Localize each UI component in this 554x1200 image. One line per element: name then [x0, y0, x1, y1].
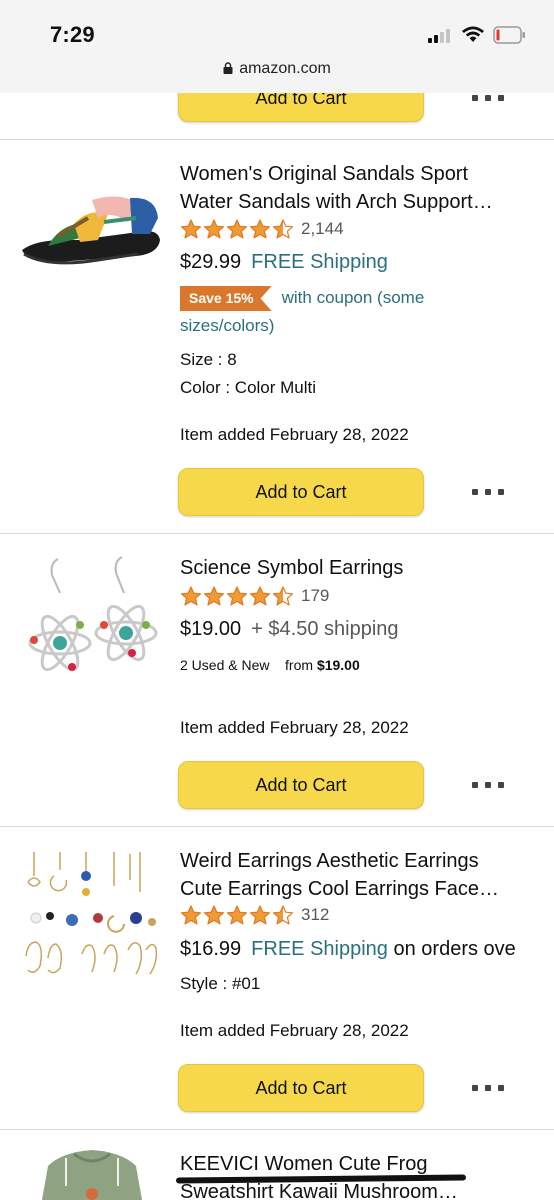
item-added-date: Item added February 28, 2022	[180, 425, 409, 444]
battery-icon	[493, 26, 525, 44]
rating-count: 312	[301, 905, 330, 924]
used-new-offers[interactable]: 2 Used & New from $19.00	[180, 657, 360, 673]
add-to-cart-button[interactable]: Add to Cart	[178, 1064, 424, 1112]
from-price: $19.00	[316, 657, 360, 673]
row-divider	[0, 1129, 554, 1130]
free-shipping-label: FREE Shipping	[251, 938, 388, 960]
star-icon	[249, 905, 271, 925]
rating-stars[interactable]: 179	[180, 585, 329, 607]
address-bar[interactable]: amazon.com	[0, 60, 554, 78]
more-options-button[interactable]	[472, 1082, 504, 1094]
size-label: Size : 8	[180, 350, 237, 369]
star-icon	[226, 219, 248, 239]
earrings-set-image[interactable]	[20, 846, 160, 986]
star-icon	[203, 586, 225, 606]
star-icon	[272, 905, 294, 925]
price: $29.99	[180, 251, 242, 273]
add-to-cart-button[interactable]: Add to Cart	[178, 468, 424, 516]
coupon-offer[interactable]: Save 15% with coupon (some sizes/colors)	[180, 284, 470, 340]
coupon-text-line-2: sizes/colors)	[180, 316, 275, 335]
product-title-line-1: Weird Earrings Aesthetic Earrings	[180, 850, 479, 872]
star-rating-icon	[180, 585, 295, 607]
lock-icon	[223, 62, 233, 74]
product-title-line-1: KEEVICI Women Cute Frog	[180, 1153, 428, 1175]
price: $19.00	[180, 618, 242, 640]
wifi-icon	[462, 26, 484, 42]
product-title[interactable]: Science Symbol Earrings	[180, 554, 540, 582]
price-line: $16.99 FREE Shipping on orders ove	[180, 938, 554, 961]
star-rating-icon	[180, 904, 295, 926]
rating-stars[interactable]: 312	[180, 904, 329, 926]
more-options-button[interactable]	[472, 779, 504, 791]
browser-top-bar: 7:29 amazon.com	[0, 0, 554, 93]
cellular-signal-icon	[428, 27, 454, 43]
shipping-cost: + $4.50 shipping	[251, 618, 399, 640]
sweatshirt-product-image[interactable]	[22, 1146, 162, 1200]
color-label: Color : Color Multi	[180, 378, 317, 397]
shipping-condition: on orders ove	[393, 938, 516, 960]
price-line: $19.00 + $4.50 shipping	[180, 618, 540, 641]
from-label: from	[285, 657, 314, 673]
item-added-date: Item added February 28, 2022	[180, 1021, 409, 1040]
star-icon	[180, 905, 202, 925]
star-icon	[203, 219, 225, 239]
more-options-button[interactable]	[472, 486, 504, 498]
rating-stars[interactable]: 2,144	[180, 218, 344, 240]
product-title[interactable]: Weird Earrings Aesthetic Earrings Cute E…	[180, 847, 540, 903]
more-options-button[interactable]	[472, 92, 504, 104]
product-title[interactable]: Women's Original Sandals Sport Water San…	[180, 160, 540, 216]
coupon-badge: Save 15%	[180, 286, 272, 311]
star-icon	[272, 219, 294, 239]
style-label: Style : #01	[180, 974, 261, 993]
coupon-text-line-1: with coupon (some	[281, 288, 425, 307]
star-icon	[180, 219, 202, 239]
row-divider	[0, 826, 554, 827]
rating-count: 2,144	[301, 219, 344, 238]
used-new-label: 2 Used & New	[180, 657, 270, 673]
row-divider	[0, 139, 554, 140]
science-earrings-image[interactable]	[22, 553, 164, 695]
item-added-date: Item added February 28, 2022	[180, 718, 409, 737]
star-rating-icon	[180, 218, 295, 240]
url-text: amazon.com	[239, 60, 331, 77]
star-icon	[226, 586, 248, 606]
product-title-line-1: Women's Original Sandals Sport	[180, 163, 469, 185]
add-to-cart-button[interactable]: Add to Cart	[178, 761, 424, 809]
star-icon	[203, 905, 225, 925]
rating-count: 179	[301, 586, 330, 605]
star-icon	[226, 905, 248, 925]
product-title-line-2: Water Sandals with Arch Support…	[180, 191, 493, 213]
star-icon	[249, 586, 271, 606]
product-title-line-1: Science Symbol Earrings	[180, 557, 404, 579]
price-line: $29.99 FREE Shipping	[180, 251, 540, 274]
star-icon	[180, 586, 202, 606]
product-title-line-2: Cute Earrings Cool Earrings Face…	[180, 878, 500, 900]
star-icon	[272, 586, 294, 606]
free-shipping-label: FREE Shipping	[251, 251, 388, 273]
price: $16.99	[180, 938, 242, 960]
status-time: 7:29	[50, 22, 95, 47]
row-divider	[0, 533, 554, 534]
sandal-product-image[interactable]	[18, 188, 164, 278]
star-icon	[249, 219, 271, 239]
